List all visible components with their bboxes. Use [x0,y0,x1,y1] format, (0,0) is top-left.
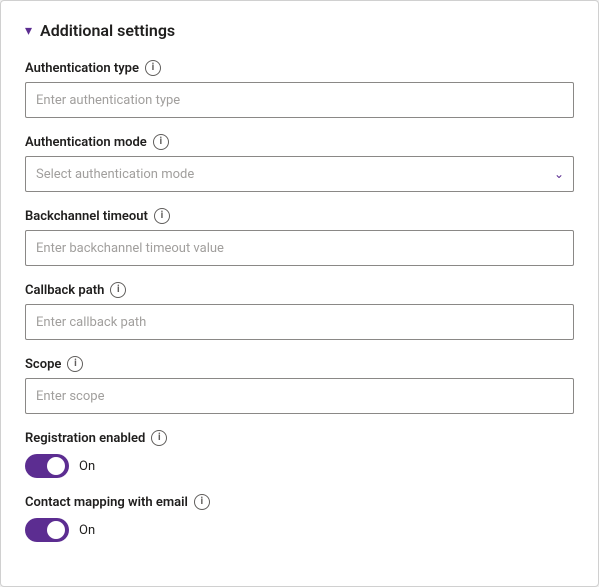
authentication-mode-info-icon[interactable]: i [153,134,169,150]
section-title: Additional settings [40,21,175,40]
callback-path-field: Callback path i [25,282,574,340]
collapse-icon[interactable]: ▾ [25,23,32,39]
registration-enabled-toggle-row: On [25,454,574,478]
scope-label: Scope i [25,356,574,372]
scope-input[interactable] [25,378,574,414]
backchannel-timeout-field: Backchannel timeout i [25,208,574,266]
contact-mapping-toggle-row: On [25,518,574,542]
authentication-mode-field: Authentication mode i Select authenticat… [25,134,574,192]
authentication-mode-select[interactable]: Select authentication mode [25,156,574,192]
contact-mapping-label: Contact mapping with email i [25,494,574,510]
toggle-thumb [47,457,65,475]
callback-path-label: Callback path i [25,282,574,298]
authentication-type-label: Authentication type i [25,60,574,76]
toggle-track [25,454,69,478]
authentication-type-input[interactable] [25,82,574,118]
backchannel-timeout-input[interactable] [25,230,574,266]
registration-enabled-status: On [79,459,95,474]
contact-mapping-info-icon[interactable]: i [194,494,210,510]
registration-enabled-info-icon[interactable]: i [151,430,167,446]
callback-path-input[interactable] [25,304,574,340]
backchannel-timeout-info-icon[interactable]: i [154,208,170,224]
registration-enabled-field: Registration enabled i On [25,430,574,478]
section-header: ▾ Additional settings [25,21,574,40]
scope-info-icon[interactable]: i [67,356,83,372]
registration-enabled-toggle[interactable] [25,454,69,478]
authentication-type-field: Authentication type i [25,60,574,118]
authentication-mode-select-wrapper: Select authentication mode ⌄ [25,156,574,192]
backchannel-timeout-label: Backchannel timeout i [25,208,574,224]
contact-mapping-status: On [79,523,95,538]
additional-settings-card: ▾ Additional settings Authentication typ… [0,0,599,587]
scope-field: Scope i [25,356,574,414]
authentication-mode-label: Authentication mode i [25,134,574,150]
registration-enabled-label: Registration enabled i [25,430,574,446]
toggle-thumb-2 [47,521,65,539]
authentication-type-info-icon[interactable]: i [145,60,161,76]
toggle-track-2 [25,518,69,542]
callback-path-info-icon[interactable]: i [110,282,126,298]
contact-mapping-toggle[interactable] [25,518,69,542]
contact-mapping-field: Contact mapping with email i On [25,494,574,542]
